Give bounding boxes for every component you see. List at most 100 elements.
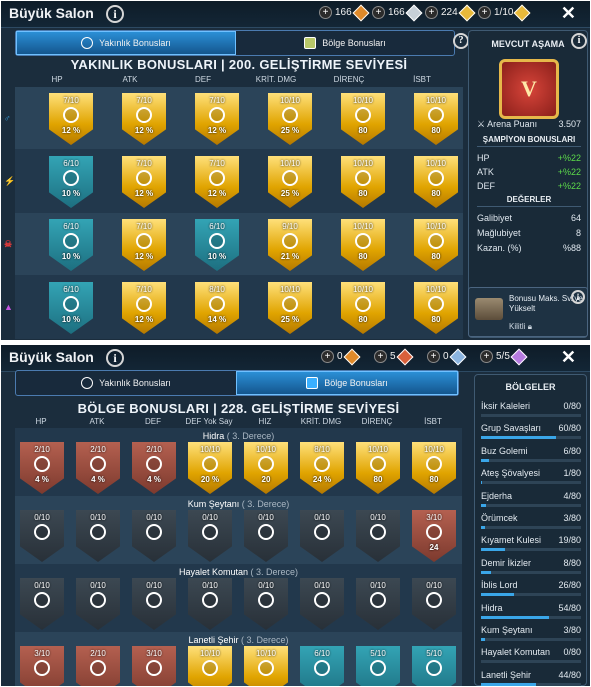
region-value: 1/80 — [563, 468, 581, 479]
bonus-badge[interactable]: 0/10 — [412, 578, 456, 630]
bonus-badge[interactable]: 0/10 — [132, 578, 176, 630]
bonus-badge[interactable]: 10/10 — [244, 646, 288, 686]
upgrade-promo-card[interactable]: Bonusu Maks. Sv.'ye Yükselt Kilitli 🔒︎ i — [468, 287, 588, 337]
add-resource-button[interactable]: + — [372, 6, 385, 19]
info-icon[interactable]: i — [106, 349, 124, 367]
bonus-badge[interactable]: 7/10 12 % — [195, 156, 239, 208]
bonus-badge[interactable]: 3/10 24 — [412, 510, 456, 562]
close-button[interactable]: ✕ — [561, 3, 576, 24]
bonus-badge[interactable]: 10/10 80 — [414, 282, 458, 334]
bonus-badge[interactable]: 10/10 80 — [341, 219, 385, 271]
bonus-badge[interactable]: 10/10 20 % — [188, 442, 232, 494]
bonus-badge[interactable]: 2/10 4 % — [132, 442, 176, 494]
badge-level: 0/10 — [34, 513, 50, 522]
badge-bonus-value: 21 % — [280, 252, 300, 261]
info-icon[interactable]: i — [571, 290, 585, 304]
bonus-badge[interactable]: 0/10 — [356, 510, 400, 562]
bonus-badge[interactable]: 6/10 10 % — [49, 156, 93, 208]
region-grid: Hidra ( 3. Derece) 2/10 4 % 2/10 4 % 2/10 4 % 1… — [15, 428, 462, 686]
resource-value: 5 — [390, 351, 396, 362]
bonus-badge[interactable]: 3/10 — [132, 646, 176, 686]
bonus-badge[interactable]: 0/10 — [188, 578, 232, 630]
bonus-badge[interactable]: 10/10 — [188, 646, 232, 686]
bonus-badge[interactable]: 10/10 80 — [341, 93, 385, 145]
bonus-badge[interactable]: 2/10 4 % — [20, 442, 64, 494]
bonus-badge[interactable]: 0/10 — [300, 510, 344, 562]
tab-affinity-bonuses[interactable]: Yakınlık Bonusları — [16, 31, 236, 55]
bonus-badge[interactable]: 9/10 21 % — [268, 219, 312, 271]
bonus-badge[interactable]: 10/10 80 — [341, 282, 385, 334]
bonus-badge[interactable]: 0/10 — [244, 510, 288, 562]
badge-bonus-value: 24 — [429, 543, 439, 552]
help-icon[interactable]: ? — [453, 33, 469, 49]
bonus-badge[interactable]: 8/10 14 % — [195, 282, 239, 334]
bonus-badge[interactable]: 10/10 25 % — [268, 156, 312, 208]
add-resource-button[interactable]: + — [319, 6, 332, 19]
bonus-badge[interactable]: 7/10 12 % — [122, 282, 166, 334]
bonus-badge[interactable]: 10/10 80 — [414, 93, 458, 145]
add-resource-button[interactable]: + — [480, 350, 493, 363]
bonus-badge[interactable]: 10/10 25 % — [268, 282, 312, 334]
stat-icon — [202, 524, 218, 540]
info-icon[interactable]: i — [571, 33, 587, 49]
badge-level: 6/10 — [209, 222, 225, 231]
bonus-badge[interactable]: 6/10 10 % — [49, 219, 93, 271]
bonus-badge[interactable]: 6/10 — [300, 646, 344, 686]
bonus-badge[interactable]: 0/10 — [76, 578, 120, 630]
bonus-badge[interactable]: 0/10 — [188, 510, 232, 562]
bonus-badge[interactable]: 0/10 — [20, 510, 64, 562]
bonus-badge[interactable]: 2/10 — [76, 646, 120, 686]
bonus-badge[interactable]: 8/10 24 % — [300, 442, 344, 494]
bonus-badge[interactable]: 3/10 — [20, 646, 64, 686]
info-icon[interactable]: i — [106, 5, 124, 23]
arena-points-label: ⚔ Arena Puanı — [477, 119, 538, 129]
bonus-badge[interactable]: 5/10 — [356, 646, 400, 686]
bonus-badge[interactable]: 10/10 80 — [412, 442, 456, 494]
region-value: 19/80 — [558, 535, 581, 546]
bonus-badge[interactable]: 10/10 25 % — [268, 93, 312, 145]
bonus-badge[interactable]: 7/10 12 % — [122, 156, 166, 208]
column-header: KRİT. DMG — [300, 417, 342, 426]
screen-title: Büyük Salon — [9, 349, 94, 365]
bonus-badge[interactable]: 10/10 80 — [341, 156, 385, 208]
tab-region-bonuses[interactable]: Bölge Bonusları — [236, 31, 454, 55]
bonus-badge[interactable]: 10/10 80 — [414, 156, 458, 208]
tab-affinity-bonuses[interactable]: Yakınlık Bonusları — [16, 371, 236, 395]
tab-region-bonuses[interactable]: Bölge Bonusları — [236, 371, 458, 395]
bonus-badge[interactable]: 0/10 — [76, 510, 120, 562]
badge-level: 0/10 — [258, 581, 274, 590]
bonus-badge[interactable]: 2/10 4 % — [76, 442, 120, 494]
add-resource-button[interactable]: + — [374, 350, 387, 363]
badge-bonus-value: 24 % — [312, 475, 332, 484]
bonus-badge[interactable]: 7/10 12 % — [49, 93, 93, 145]
orange-shard-icon — [343, 348, 361, 365]
bonus-badge[interactable]: 7/10 12 % — [195, 93, 239, 145]
bonus-badge[interactable]: 6/10 10 % — [195, 219, 239, 271]
bonus-badge[interactable]: 0/10 — [20, 578, 64, 630]
badge-bonus-value: 80 — [358, 126, 368, 135]
bonus-badge[interactable]: 0/10 — [356, 578, 400, 630]
bonus-badge[interactable]: 6/10 10 % — [49, 282, 93, 334]
add-resource-button[interactable]: + — [321, 350, 334, 363]
stat-icon — [314, 592, 330, 608]
region-progress-fill — [481, 638, 485, 641]
bonus-badge[interactable]: 10/10 20 — [244, 442, 288, 494]
bonus-badge[interactable]: 0/10 — [244, 578, 288, 630]
bonus-badge[interactable]: 7/10 12 % — [122, 93, 166, 145]
region-bonus-screen: Büyük Salon i +0 +5 +0 +5/5 ✕ Yakınlık Bonu… — [1, 345, 590, 686]
add-resource-button[interactable]: + — [427, 350, 440, 363]
region-progress-fill — [481, 503, 486, 507]
region-value: 3/80 — [563, 625, 581, 635]
bonus-badge[interactable]: 5/10 — [412, 646, 456, 686]
bonus-badge[interactable]: 0/10 — [300, 578, 344, 630]
region-name: Kıyamet Kulesi — [481, 535, 542, 546]
badge-level: 0/10 — [90, 513, 106, 522]
badge-level: 0/10 — [34, 581, 50, 590]
bonus-badge[interactable]: 0/10 — [132, 510, 176, 562]
add-resource-button[interactable]: + — [425, 6, 438, 19]
bonus-badge[interactable]: 7/10 12 % — [122, 219, 166, 271]
bonus-badge[interactable]: 10/10 80 — [356, 442, 400, 494]
bonus-badge[interactable]: 10/10 80 — [414, 219, 458, 271]
add-resource-button[interactable]: + — [478, 6, 491, 19]
close-button[interactable]: ✕ — [561, 347, 576, 368]
